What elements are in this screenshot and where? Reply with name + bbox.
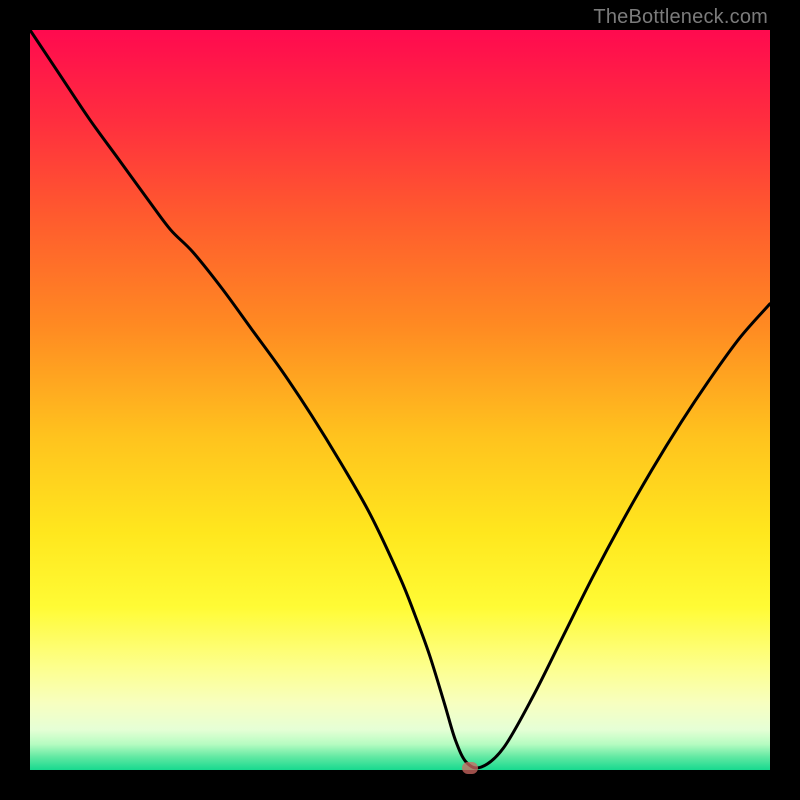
- plot-area: [30, 30, 770, 770]
- chart-container: TheBottleneck.com: [0, 0, 800, 800]
- watermark-text: TheBottleneck.com: [593, 6, 768, 29]
- minimum-marker: [462, 762, 478, 774]
- curve-layer: [30, 30, 770, 770]
- bottleneck-curve: [30, 30, 770, 768]
